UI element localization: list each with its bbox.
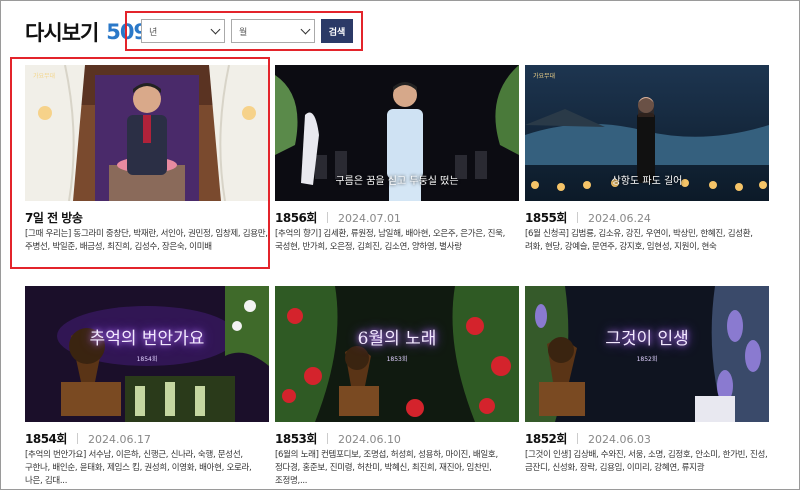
episode-thumbnail[interactable]: 그것이 인생 1852회 — [525, 286, 769, 422]
episode-card[interactable]: 가요무대 상항도 파도 길어 1855회 2024.06.24 [6월 신청곡]… — [525, 65, 769, 254]
year-select-value: 년 — [149, 27, 158, 38]
video-caption: 상항도 파도 길어 — [611, 176, 683, 187]
episode-cast: [추억의 향기] 김세환, 류원정, 남일해, 배아현, 오은주, 은가은, 진… — [275, 229, 506, 252]
episode-cast: [6월의 노래] 컨템포디보, 조명섭, 허성희, 성용하, 마이진, 배일호,… — [275, 450, 498, 486]
divider — [326, 211, 328, 223]
page-title: 다시보기 — [25, 21, 99, 45]
episode-card[interactable]: 추억의 번안가요 1854회 1854회 2024.06.17 [추억의 번안가… — [25, 286, 269, 488]
episode-thumbnail[interactable]: 추억의 번안가요 1854회 — [25, 286, 269, 422]
show-title: 그것이 인생 — [605, 329, 689, 349]
divider — [326, 432, 328, 444]
episode-date: 2024.06.17 — [87, 433, 151, 446]
episode-thumbnail[interactable]: 6월의 노래 1853회 — [275, 286, 519, 422]
month-select-value: 월 — [239, 27, 248, 38]
episode-date: 2024.06.10 — [337, 433, 401, 446]
episode-thumbnail[interactable]: 가요무대 상항도 파도 길어 — [525, 65, 769, 201]
show-subtitle: 1852회 — [636, 356, 658, 363]
episode-number: 1852회 — [525, 432, 567, 446]
episode-cast: [추억의 번안가요] 서수남, 이은하, 신행근, 신나라, 숙행, 문성선, … — [25, 450, 252, 486]
month-select[interactable]: 월 — [231, 19, 315, 43]
show-subtitle: 1853회 — [386, 356, 408, 363]
episode-number: 1856회 — [275, 211, 317, 225]
episode-number: 1853회 — [275, 432, 317, 446]
show-title: 6월의 노래 — [357, 329, 437, 349]
search-filter-box: 년 월 검색 — [125, 11, 363, 51]
video-caption: 구름은 꿈을 싣고 두둥실 떴는 — [335, 176, 459, 187]
episode-cast: [그것이 인생] 김상배, 수와진, 서웅, 소명, 김정호, 안소미, 한가빈… — [525, 450, 768, 473]
divider — [576, 432, 578, 444]
episode-card[interactable]: 구름은 꿈을 싣고 두둥실 떴는 1856회 2024.07.01 [추억의 향… — [275, 65, 519, 254]
show-title: 추억의 번안가요 — [89, 329, 205, 349]
divider — [76, 432, 78, 444]
episode-thumbnail[interactable]: 구름은 꿈을 싣고 두둥실 떴는 — [275, 65, 519, 201]
episode-number: 1855회 — [525, 211, 567, 225]
episode-card[interactable]: 6월의 노래 1853회 1853회 2024.06.10 [6월의 노래] 컨… — [275, 286, 519, 488]
episode-date: 2024.07.01 — [337, 212, 401, 225]
divider — [576, 211, 578, 223]
search-button[interactable]: 검색 — [321, 19, 353, 43]
selected-card-highlight — [10, 57, 270, 269]
episode-date: 2024.06.24 — [587, 212, 651, 225]
chevron-down-icon — [300, 24, 311, 34]
show-subtitle: 1854회 — [136, 356, 158, 363]
episode-cast: [6월 신청곡] 김범룡, 김소유, 강진, 우연이, 박상민, 한혜진, 김성… — [525, 229, 753, 252]
show-logo: 가요무대 — [533, 73, 556, 80]
episode-date: 2024.06.03 — [587, 433, 651, 446]
episode-card[interactable]: 그것이 인생 1852회 1852회 2024.06.03 [그것이 인생] 김… — [525, 286, 769, 475]
year-select[interactable]: 년 — [141, 19, 225, 43]
chevron-down-icon — [210, 24, 221, 34]
episode-number: 1854회 — [25, 432, 67, 446]
